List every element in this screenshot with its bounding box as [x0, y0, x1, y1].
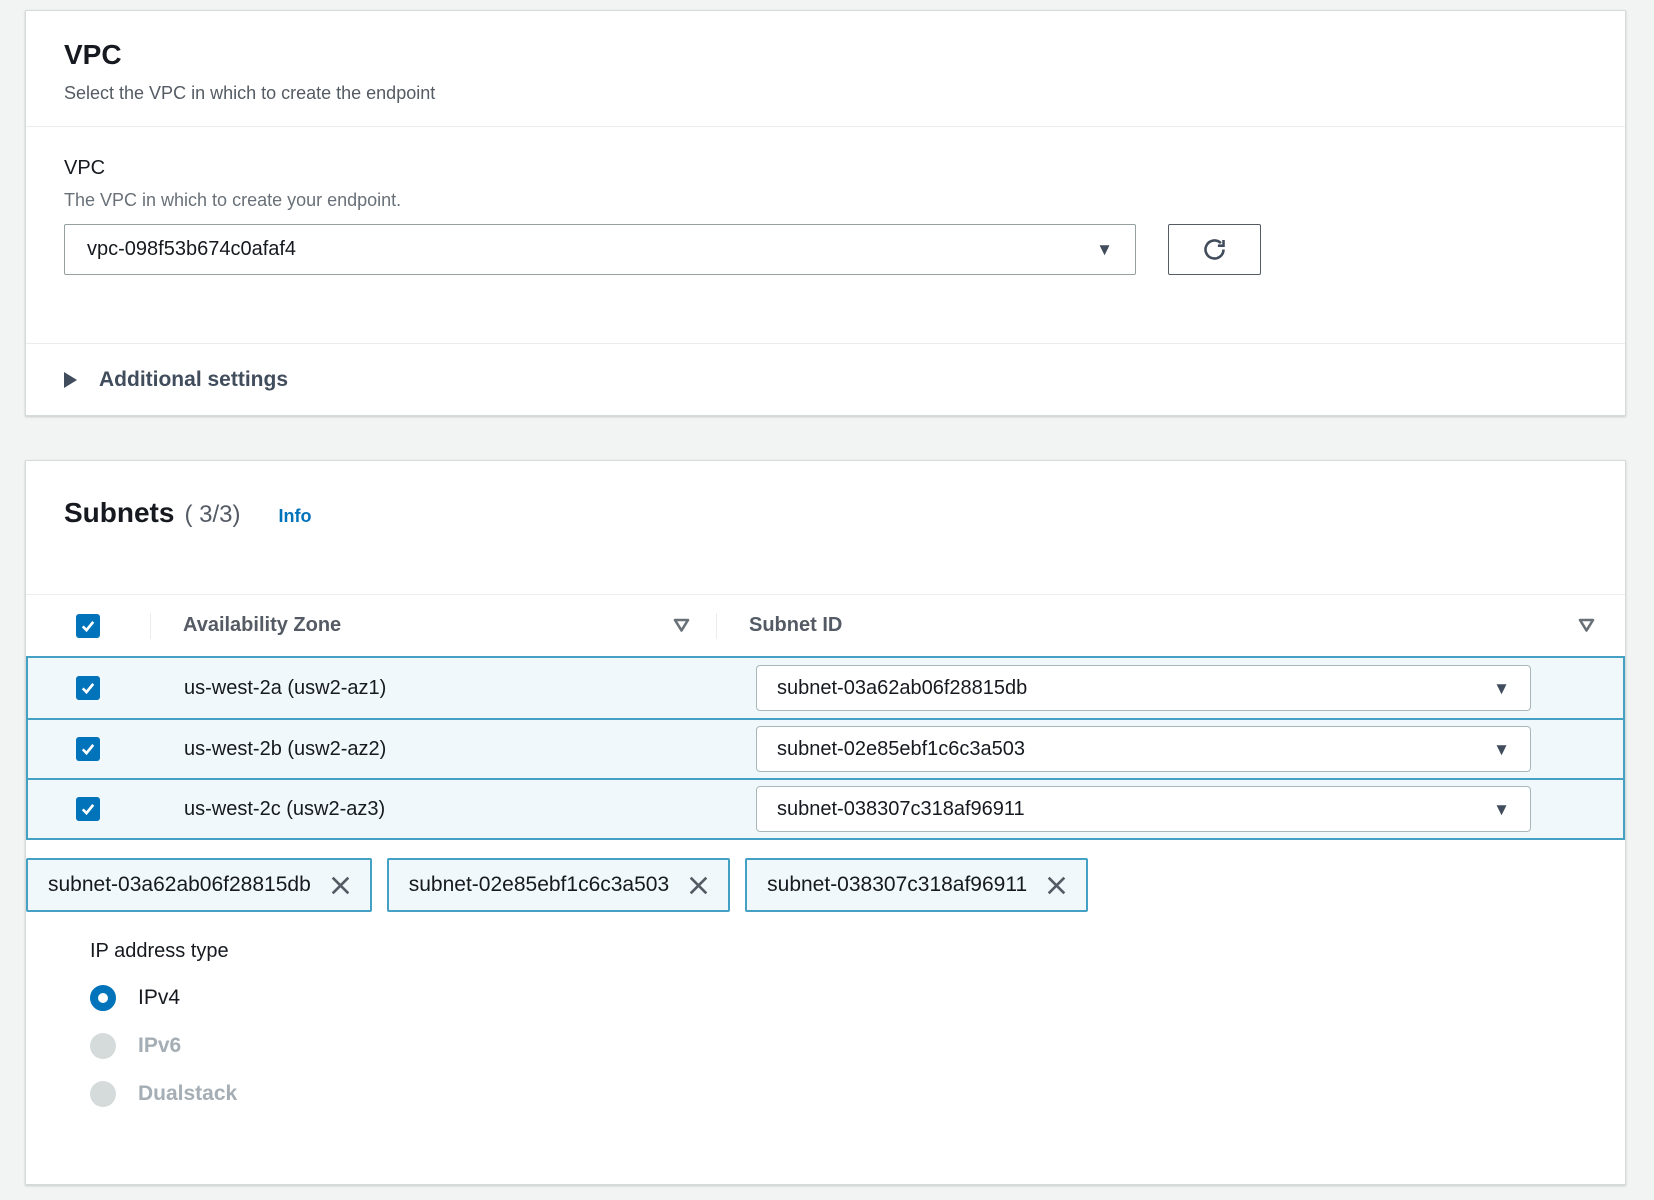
- row-checkbox[interactable]: [76, 737, 100, 761]
- row-checkbox[interactable]: [76, 797, 100, 821]
- ip-address-type-label: IP address type: [90, 940, 1587, 963]
- dismiss-token-icon[interactable]: [687, 874, 710, 897]
- subnets-table-header: Availability Zone Subnet ID: [26, 594, 1625, 656]
- subnets-card: Subnets ( 3/3) Info Availability Zone Su…: [25, 460, 1626, 1185]
- availability-zone-cell: us-west-2b (usw2-az2): [184, 738, 756, 761]
- additional-settings-label: Additional settings: [99, 368, 288, 392]
- subnet-token-label: subnet-02e85ebf1c6c3a503: [409, 873, 669, 897]
- subnets-title: Subnets: [64, 497, 174, 529]
- check-icon: [79, 679, 97, 697]
- refresh-icon: [1201, 236, 1228, 263]
- chevron-down-icon: ▼: [1493, 680, 1510, 697]
- refresh-button[interactable]: [1168, 224, 1261, 275]
- dismiss-token-icon[interactable]: [329, 874, 352, 897]
- radio-option[interactable]: Dualstack: [90, 1081, 1587, 1107]
- ip-address-type-section: IP address type IPv4 IPv6 Dualstack: [26, 912, 1625, 1107]
- subnet-id-value: subnet-03a62ab06f28815db: [777, 677, 1027, 700]
- availability-zone-column-header: Availability Zone: [183, 614, 341, 637]
- vpc-select-value: vpc-098f53b674c0afaf4: [87, 238, 296, 261]
- availability-zone-cell: us-west-2c (usw2-az3): [184, 798, 756, 821]
- subnets-count: ( 3/3): [184, 501, 240, 529]
- select-all-checkbox[interactable]: [76, 614, 100, 638]
- subnet-id-value: subnet-038307c318af96911: [777, 798, 1025, 821]
- radio-option-label: IPv4: [138, 986, 180, 1010]
- radio-option[interactable]: IPv6: [90, 1033, 1587, 1059]
- subnet-rows: us-west-2a (usw2-az1) subnet-03a62ab06f2…: [26, 656, 1625, 840]
- dismiss-token-icon[interactable]: [1045, 874, 1068, 897]
- subnet-token-label: subnet-03a62ab06f28815db: [48, 873, 311, 897]
- chevron-down-icon: ▼: [1096, 241, 1113, 258]
- radio-option[interactable]: IPv4: [90, 985, 1587, 1011]
- vpc-card-title: VPC: [64, 39, 1587, 71]
- row-checkbox[interactable]: [76, 676, 100, 700]
- check-icon: [79, 740, 97, 758]
- subnet-id-select[interactable]: subnet-038307c318af96911 ▼: [756, 786, 1531, 832]
- subnet-token: subnet-03a62ab06f28815db: [26, 858, 372, 912]
- radio-icon[interactable]: [90, 1033, 116, 1059]
- chevron-down-icon: ▼: [1493, 801, 1510, 818]
- subnet-token-label: subnet-038307c318af96911: [767, 873, 1027, 897]
- radio-option-label: Dualstack: [138, 1082, 237, 1106]
- table-row[interactable]: us-west-2c (usw2-az3) subnet-038307c318a…: [28, 778, 1623, 838]
- radio-option-label: IPv6: [138, 1034, 181, 1058]
- subnet-id-value: subnet-02e85ebf1c6c3a503: [777, 738, 1025, 761]
- subnet-token: subnet-038307c318af96911: [745, 858, 1088, 912]
- vpc-card-header: VPC Select the VPC in which to create th…: [26, 11, 1625, 127]
- radio-icon[interactable]: [90, 1081, 116, 1107]
- check-icon: [79, 617, 97, 635]
- subnet-token: subnet-02e85ebf1c6c3a503: [387, 858, 730, 912]
- vpc-field-description: The VPC in which to create your endpoint…: [64, 190, 1587, 211]
- table-row[interactable]: us-west-2b (usw2-az2) subnet-02e85ebf1c6…: [28, 718, 1623, 778]
- subnet-id-select[interactable]: subnet-03a62ab06f28815db ▼: [756, 665, 1531, 711]
- table-row[interactable]: us-west-2a (usw2-az1) subnet-03a62ab06f2…: [28, 658, 1623, 718]
- vpc-card-subtitle: Select the VPC in which to create the en…: [64, 83, 1587, 104]
- check-icon: [79, 800, 97, 818]
- vpc-field-label: VPC: [64, 157, 1587, 180]
- ip-address-type-options: IPv4 IPv6 Dualstack: [90, 985, 1587, 1107]
- radio-icon[interactable]: [90, 985, 116, 1011]
- info-link[interactable]: Info: [278, 506, 311, 527]
- subnet-id-select[interactable]: subnet-02e85ebf1c6c3a503 ▼: [756, 726, 1531, 772]
- selected-subnet-tokens: subnet-03a62ab06f28815db subnet-02e85ebf…: [26, 858, 1625, 912]
- availability-zone-cell: us-west-2a (usw2-az1): [184, 677, 756, 700]
- expand-triangle-icon: [64, 372, 77, 388]
- vpc-card: VPC Select the VPC in which to create th…: [25, 10, 1626, 416]
- subnet-id-column-header: Subnet ID: [749, 614, 842, 637]
- sort-icon[interactable]: [1578, 618, 1595, 633]
- chevron-down-icon: ▼: [1493, 741, 1510, 758]
- additional-settings-expander[interactable]: Additional settings: [26, 343, 1625, 415]
- vpc-select[interactable]: vpc-098f53b674c0afaf4 ▼: [64, 224, 1136, 275]
- sort-icon[interactable]: [673, 618, 690, 633]
